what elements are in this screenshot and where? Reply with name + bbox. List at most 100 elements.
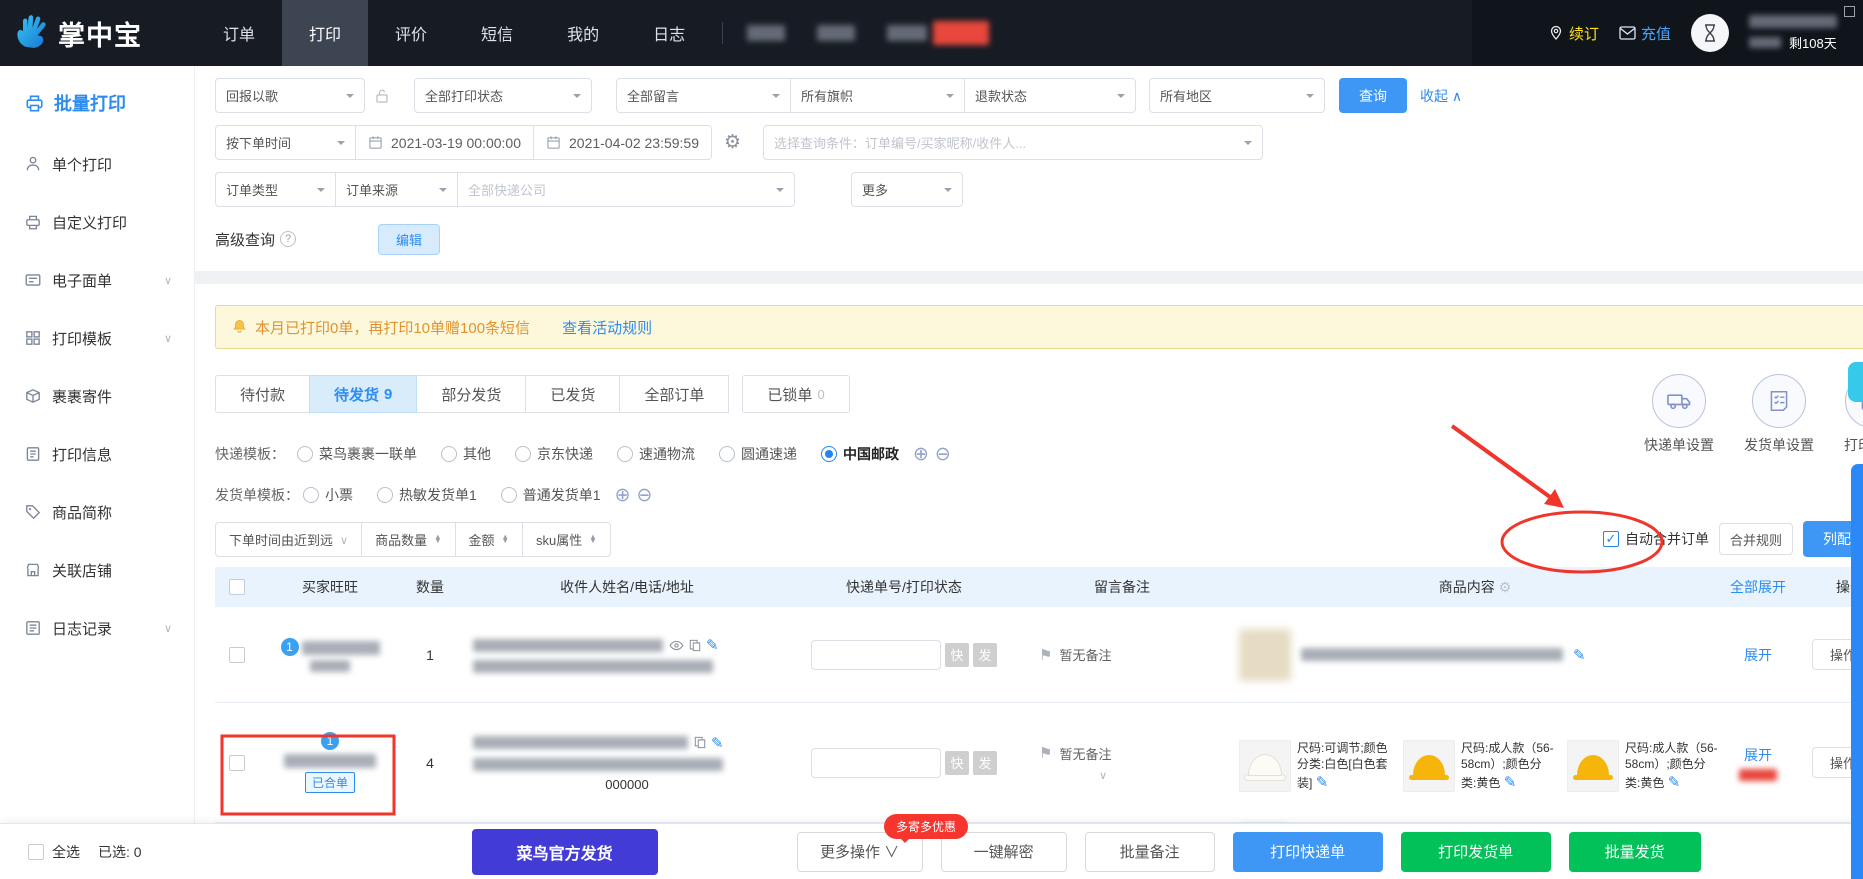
app-logo[interactable]: 掌中宝	[0, 13, 196, 54]
batch-ship-button[interactable]: 批量发货	[1568, 831, 1701, 872]
sort-by-order-time[interactable]: 下单时间由近到远 ∨	[216, 522, 363, 556]
sidebar-item-guoguo-shipping[interactable]: 裹裹寄件	[24, 374, 194, 418]
tab-shipped[interactable]: 已发货	[525, 375, 621, 413]
tracking-number-input[interactable]	[811, 639, 941, 670]
sidebar-item-single-print[interactable]: 单个打印	[24, 142, 194, 186]
radio-jd-express[interactable]: 京东快递	[515, 444, 593, 464]
sidebar-item-log-records[interactable]: 日志记录 ∨	[24, 606, 194, 650]
radio-china-post[interactable]: 中国邮政	[821, 444, 899, 464]
recharge-link[interactable]: 充值	[1619, 23, 1671, 44]
redacted-nav-item[interactable]	[747, 25, 786, 41]
message-select[interactable]: 全部留言	[616, 78, 790, 113]
sidebar-item-ewaybill[interactable]: 电子面单 ∨	[24, 258, 194, 302]
tab-pending-payment[interactable]: 待付款	[215, 375, 311, 413]
page-scrollbar[interactable]	[1851, 464, 1863, 879]
flag-icon[interactable]: ⚑	[1039, 744, 1052, 762]
add-invoice-template-icon[interactable]: ⊕	[615, 484, 635, 507]
invoice-sheet-settings[interactable]: 发货单设置	[1744, 374, 1814, 455]
activity-rules-link[interactable]: 查看活动规则	[562, 317, 652, 338]
region-select[interactable]: 所有地区	[1149, 78, 1325, 113]
maximize-icon[interactable]	[1844, 6, 1855, 17]
query-condition-select[interactable]: 选择查询条件：订单编号/买家昵称/收件人...	[763, 125, 1264, 160]
flag-select[interactable]: 所有旗帜	[790, 78, 964, 113]
sidebar-item-linked-shops[interactable]: 关联店铺	[24, 548, 194, 592]
auto-merge-checkbox[interactable]: ✓	[1602, 531, 1619, 547]
date-from-input[interactable]: 2021-03-19 00:00:00	[355, 125, 533, 160]
collapse-link[interactable]: 收起 ∧	[1420, 86, 1462, 106]
radio-normal-invoice[interactable]: 普通发货单1	[500, 485, 601, 505]
column-gear-icon[interactable]: ⚙	[1499, 579, 1512, 595]
time-type-select[interactable]: 按下单时间	[215, 125, 355, 160]
search-button[interactable]: 查询	[1339, 78, 1407, 113]
order-source-select[interactable]: 订单来源	[335, 172, 457, 207]
sidebar-item-print-info[interactable]: 打印信息	[24, 432, 194, 476]
print-status-select[interactable]: 全部打印状态	[414, 78, 592, 113]
radio-thermal-invoice[interactable]: 热敏发货单1	[377, 485, 477, 505]
sort-by-sku[interactable]: sku属性 ▲ ▼	[523, 523, 610, 556]
expand-all-link[interactable]: 全部展开	[1719, 577, 1797, 597]
shop-select[interactable]: 回报以歌	[215, 78, 365, 113]
nav-item-mine[interactable]: 我的	[540, 0, 626, 66]
tab-partially-shipped[interactable]: 部分发货	[416, 375, 527, 413]
remove-template-icon[interactable]: ⊖	[935, 443, 955, 466]
cainiao-official-ship-button[interactable]: 菜鸟官方发货	[471, 828, 658, 875]
eye-icon[interactable]	[669, 640, 684, 651]
flag-icon[interactable]: ⚑	[1039, 646, 1052, 664]
nav-item-print[interactable]: 打印	[282, 0, 369, 66]
express-sheet-settings[interactable]: 快递单设置	[1644, 374, 1714, 455]
remark-expander-icon[interactable]: ∨	[1099, 769, 1107, 782]
tab-locked-orders[interactable]: 已锁单 0	[742, 375, 850, 413]
batch-remark-button[interactable]: 批量备注	[1084, 831, 1215, 872]
nav-item-sms[interactable]: 短信	[454, 0, 540, 66]
edit-product-icon[interactable]: ✎	[1316, 774, 1329, 791]
sort-by-quantity[interactable]: 商品数量 ▲ ▼	[362, 522, 456, 556]
print-express-button[interactable]: 打印快递单	[1232, 831, 1383, 872]
courier-select[interactable]: 全部快递公司	[457, 172, 795, 207]
select-all-header-checkbox[interactable]	[229, 579, 245, 595]
sidebar-item-product-alias[interactable]: 商品简称	[24, 490, 194, 534]
renew-link[interactable]: 续订	[1548, 23, 1599, 44]
sidebar-item-batch-print[interactable]: 批量打印	[24, 90, 194, 116]
avatar[interactable]	[1691, 14, 1729, 52]
print-invoice-button[interactable]: 打印发货单	[1400, 831, 1551, 872]
sidebar-item-print-template[interactable]: 打印模板 ∨	[24, 316, 194, 360]
nav-item-orders[interactable]: 订单	[196, 0, 282, 66]
expand-row-link[interactable]: 展开	[1744, 745, 1772, 765]
quick-ship-button[interactable]: 发	[973, 642, 997, 667]
tab-all-orders[interactable]: 全部订单	[619, 375, 730, 413]
row-checkbox[interactable]	[229, 646, 245, 663]
redacted-nav-item[interactable]	[817, 25, 856, 41]
unlock-icon[interactable]	[374, 87, 390, 105]
add-template-icon[interactable]: ⊕	[913, 443, 933, 466]
refund-status-select[interactable]: 退款状态	[964, 78, 1136, 113]
floating-widget-tab[interactable]	[1848, 362, 1863, 402]
row-checkbox[interactable]	[229, 754, 245, 771]
edit-product-icon[interactable]: ✎	[1573, 646, 1586, 664]
order-type-select[interactable]: 订单类型	[215, 172, 335, 207]
edit-address-icon[interactable]: ✎	[711, 734, 724, 752]
radio-sutong-logistics[interactable]: 速通物流	[617, 444, 695, 464]
edit-advanced-button[interactable]: 编辑	[378, 223, 441, 255]
radio-receipt[interactable]: 小票	[303, 485, 353, 505]
redacted-nav-item[interactable]	[887, 21, 990, 45]
quick-print-button[interactable]: 快	[945, 642, 969, 667]
radio-other[interactable]: 其他	[441, 444, 491, 464]
copy-icon[interactable]	[689, 639, 701, 652]
date-settings-gear-icon[interactable]: ⚙	[724, 131, 741, 154]
edit-product-icon[interactable]: ✎	[1504, 774, 1517, 791]
tracking-number-input[interactable]	[811, 747, 941, 778]
copy-icon[interactable]	[694, 736, 706, 749]
tab-to-ship[interactable]: 待发货 9	[309, 375, 418, 413]
sidebar-item-custom-print[interactable]: 自定义打印	[24, 200, 194, 244]
sort-by-amount[interactable]: 金额 ▲ ▼	[456, 522, 523, 556]
nav-item-logs[interactable]: 日志	[626, 0, 712, 66]
radio-cainiao-guoguo[interactable]: 菜鸟裹裹一联单	[297, 444, 417, 464]
help-icon[interactable]: ?	[280, 231, 297, 247]
expand-row-link[interactable]: 展开	[1719, 645, 1797, 665]
edit-address-icon[interactable]: ✎	[706, 636, 719, 654]
select-all-checkbox[interactable]	[28, 843, 44, 860]
radio-yto-express[interactable]: 圆通速递	[719, 444, 797, 464]
nav-item-reviews[interactable]: 评价	[368, 0, 454, 66]
merge-rules-button[interactable]: 合并规则	[1718, 523, 1793, 555]
date-to-input[interactable]: 2021-04-02 23:59:59	[533, 125, 712, 160]
